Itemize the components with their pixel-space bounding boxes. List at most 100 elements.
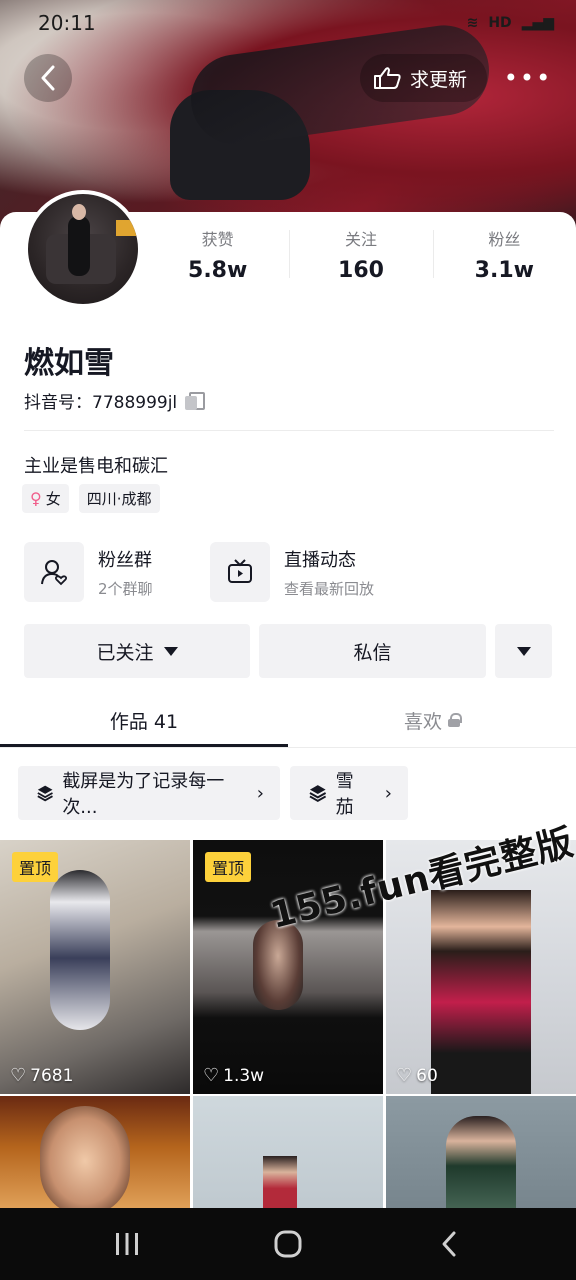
profile-name: 燃如雪	[24, 346, 114, 381]
like-count-value: 60	[416, 1065, 438, 1086]
stat-followers[interactable]: 粉丝 3.1w	[432, 226, 576, 296]
fan-group-entry[interactable]: 粉丝群 2个群聊	[24, 542, 153, 602]
signal-label: HD	[488, 15, 512, 31]
recent-apps-button[interactable]	[110, 1226, 144, 1262]
heart-icon: ♡	[10, 1065, 27, 1086]
profile-stats: 获赞 5.8w 关注 160 粉丝 3.1w	[146, 226, 576, 296]
stat-label: 关注	[344, 230, 377, 249]
stat-label: 粉丝	[488, 230, 521, 249]
location-tag-label: 四川·成都	[86, 490, 152, 508]
stat-likes[interactable]: 获赞 5.8w	[146, 226, 289, 296]
video-tile[interactable]	[0, 1096, 190, 1210]
video-tile[interactable]	[386, 1096, 576, 1210]
system-navigation-bar	[0, 1208, 576, 1280]
back-nav-button[interactable]	[434, 1226, 464, 1262]
collection-chip[interactable]: 雪茄 ›	[290, 766, 408, 820]
video-tile[interactable]	[193, 1096, 383, 1210]
like-count: ♡ 1.3w	[203, 1065, 264, 1086]
avatar-figure-shape	[68, 216, 90, 276]
status-icons: ≋ HD ▂▄▆	[467, 15, 554, 31]
profile-bio: 主业是售电和碳汇	[24, 456, 168, 477]
live-updates-entry[interactable]: 直播动态 查看最新回放	[210, 542, 374, 602]
followed-label: 已关注	[96, 641, 154, 664]
hand-point-icon	[374, 67, 401, 89]
pinned-badge: 置顶	[205, 852, 252, 882]
top-nav: 求更新 •••	[0, 54, 576, 102]
like-count-value: 1.3w	[223, 1065, 265, 1086]
recent-apps-icon	[116, 1233, 138, 1255]
tab-likes-label: 喜欢	[403, 710, 442, 733]
thumbnail-figure	[50, 870, 110, 1030]
content-tabs: 作品 41 喜欢	[0, 692, 576, 748]
heart-icon: ♡	[396, 1065, 413, 1086]
signal-icon: ▂▄▆	[521, 15, 554, 31]
like-count: ♡ 7681	[10, 1065, 73, 1086]
home-icon	[274, 1230, 302, 1258]
request-update-label: 求更新	[410, 68, 468, 91]
thumbnail-figure	[431, 890, 531, 1094]
wifi-icon: ≋	[466, 15, 479, 31]
collection-chip[interactable]: 截屏是为了记录每一次... ›	[18, 766, 280, 820]
request-update-button[interactable]: 求更新	[360, 54, 488, 102]
more-actions-button[interactable]	[495, 624, 552, 678]
message-label: 私信	[353, 641, 392, 664]
chevron-right-icon: ›	[384, 782, 392, 804]
more-dots-icon: •••	[503, 64, 553, 92]
chevron-right-icon: ›	[256, 782, 264, 804]
tab-likes[interactable]: 喜欢	[288, 692, 576, 748]
fan-group-title: 粉丝群	[98, 549, 152, 571]
tab-active-indicator	[0, 744, 288, 747]
fan-group-subtitle: 2个群聊	[98, 579, 153, 598]
like-count-value: 7681	[30, 1065, 74, 1086]
douyin-id: 抖音号：7788999jl	[24, 393, 178, 413]
collection-label: 雪茄	[335, 771, 354, 818]
profile-tags: ♀ 女 四川·成都	[22, 484, 160, 513]
followed-button[interactable]: 已关注	[24, 624, 250, 678]
collections-row: 截屏是为了记录每一次... › 雪茄 ›	[18, 766, 408, 820]
like-count: ♡ 60	[396, 1065, 438, 1086]
status-time: 20:11	[38, 11, 96, 35]
douyin-id-row: 抖音号：7788999jl	[24, 388, 206, 413]
female-icon: ♀	[30, 489, 42, 508]
layers-icon	[37, 785, 53, 802]
stat-value: 5.8w	[188, 258, 248, 283]
home-button[interactable]	[270, 1226, 306, 1262]
stat-value: 160	[338, 258, 384, 283]
message-button[interactable]: 私信	[259, 624, 486, 678]
lock-icon	[448, 713, 462, 727]
live-updates-subtitle: 查看最新回放	[284, 579, 375, 598]
location-tag: 四川·成都	[78, 484, 160, 513]
back-chevron-icon	[442, 1231, 456, 1257]
collection-label: 截屏是为了记录每一次...	[62, 771, 225, 818]
thumbnail-figure	[446, 1116, 516, 1210]
action-row: 已关注 私信	[24, 624, 554, 678]
back-button[interactable]	[24, 54, 72, 102]
gender-tag: ♀ 女	[22, 484, 69, 513]
thumbnail-figure	[40, 1106, 130, 1210]
tab-works[interactable]: 作品 41	[0, 692, 288, 748]
dropdown-caret-icon	[163, 646, 178, 656]
stat-following[interactable]: 关注 160	[289, 226, 432, 296]
divider	[24, 430, 554, 431]
fan-group-icon	[41, 560, 68, 586]
tab-works-label: 作品 41	[109, 710, 179, 733]
avatar-lamp-shape	[116, 220, 138, 236]
gender-tag-label: 女	[45, 490, 61, 508]
stat-value: 3.1w	[474, 258, 534, 283]
live-updates-title: 直播动态	[284, 549, 356, 571]
video-tile[interactable]: 置顶 ♡ 7681	[0, 840, 190, 1094]
pinned-badge: 置顶	[12, 852, 59, 882]
copy-icon[interactable]	[185, 391, 206, 410]
status-bar: 20:11 ≋ HD ▂▄▆	[0, 0, 576, 46]
dropdown-caret-icon	[516, 646, 531, 656]
back-arrow-icon	[41, 65, 55, 91]
more-options-button[interactable]: •••	[504, 54, 552, 102]
heart-icon: ♡	[203, 1065, 220, 1086]
live-icon-box	[210, 542, 270, 602]
avatar[interactable]	[24, 190, 142, 308]
avatar-head-shape	[72, 204, 86, 220]
layers-icon	[309, 785, 327, 802]
tv-icon	[228, 559, 252, 583]
thumbnail-figure	[263, 1156, 297, 1210]
fan-group-icon-box	[24, 542, 84, 602]
